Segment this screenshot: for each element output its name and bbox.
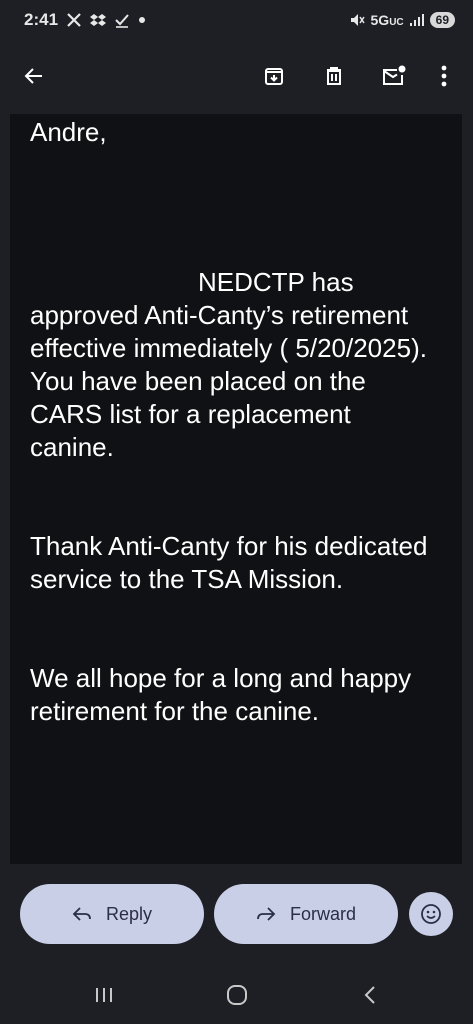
- mute-vibrate-icon: [349, 12, 365, 28]
- archive-icon: [265, 68, 283, 85]
- x-icon: [66, 12, 82, 28]
- recent-apps-icon: [96, 988, 112, 1002]
- email-message: Andre, NEDCTP has approved Anti-Canty’s …: [10, 116, 462, 728]
- system-navigation-bar: [0, 965, 473, 1024]
- forward-label: Forward: [289, 903, 356, 924]
- status-right: 5GUC 69: [349, 12, 455, 28]
- delete-button[interactable]: [314, 56, 354, 96]
- smiley-icon: [421, 904, 441, 924]
- email-paragraph-2: Thank Anti-Canty for his dedicated servi…: [30, 531, 428, 594]
- status-left: 2:41: [24, 10, 146, 30]
- reply-label: Reply: [105, 903, 153, 924]
- email-greeting: Andre,: [30, 117, 107, 147]
- archive-button[interactable]: [254, 56, 294, 96]
- email-toolbar: [0, 48, 473, 104]
- recent-apps-button[interactable]: [84, 979, 124, 1011]
- email-paragraph-1-rest: approved Anti-Canty’s retirement effecti…: [30, 300, 427, 462]
- email-body: Andre, NEDCTP has approved Anti-Canty’s …: [10, 114, 462, 864]
- dropbox-icon: [90, 12, 107, 28]
- email-paragraph-1: NEDCTP has approved Anti-Canty’s retirem…: [30, 266, 440, 464]
- mark-unread-icon: [383, 65, 406, 85]
- dot-icon: [138, 16, 146, 24]
- battery-indicator: 69: [429, 12, 455, 28]
- network-type: 5GUC: [370, 12, 404, 28]
- email-paragraph-1-lead: NEDCTP has: [198, 267, 354, 297]
- more-options-button[interactable]: [424, 56, 464, 96]
- status-time: 2:41: [24, 10, 59, 29]
- back-arrow-icon: [24, 68, 42, 84]
- back-button[interactable]: [14, 56, 54, 96]
- more-vert-icon: [441, 65, 447, 87]
- status-bar: 2:41 5GUC 69: [0, 0, 473, 40]
- home-icon: [227, 985, 247, 1005]
- home-button[interactable]: [217, 979, 257, 1011]
- forward-icon: [257, 907, 276, 921]
- email-paragraph-3: We all hope for a long and happy retirem…: [30, 663, 412, 726]
- system-back-icon: [364, 986, 375, 1004]
- gmail-email-view: 2:41 5GUC 69 Andre, NEDCTP has approved …: [0, 0, 473, 1024]
- delete-icon: [327, 67, 341, 85]
- reply-button[interactable]: Reply: [20, 884, 204, 944]
- reply-icon: [72, 907, 91, 921]
- forward-button[interactable]: Forward: [214, 884, 398, 944]
- mark-unread-button[interactable]: [374, 56, 414, 96]
- checkmark-icon: [114, 12, 130, 28]
- emoji-reaction-button[interactable]: [409, 892, 453, 936]
- email-actions: Reply Forward: [0, 884, 473, 946]
- signal-icon: [409, 14, 424, 26]
- system-back-button[interactable]: [350, 979, 390, 1011]
